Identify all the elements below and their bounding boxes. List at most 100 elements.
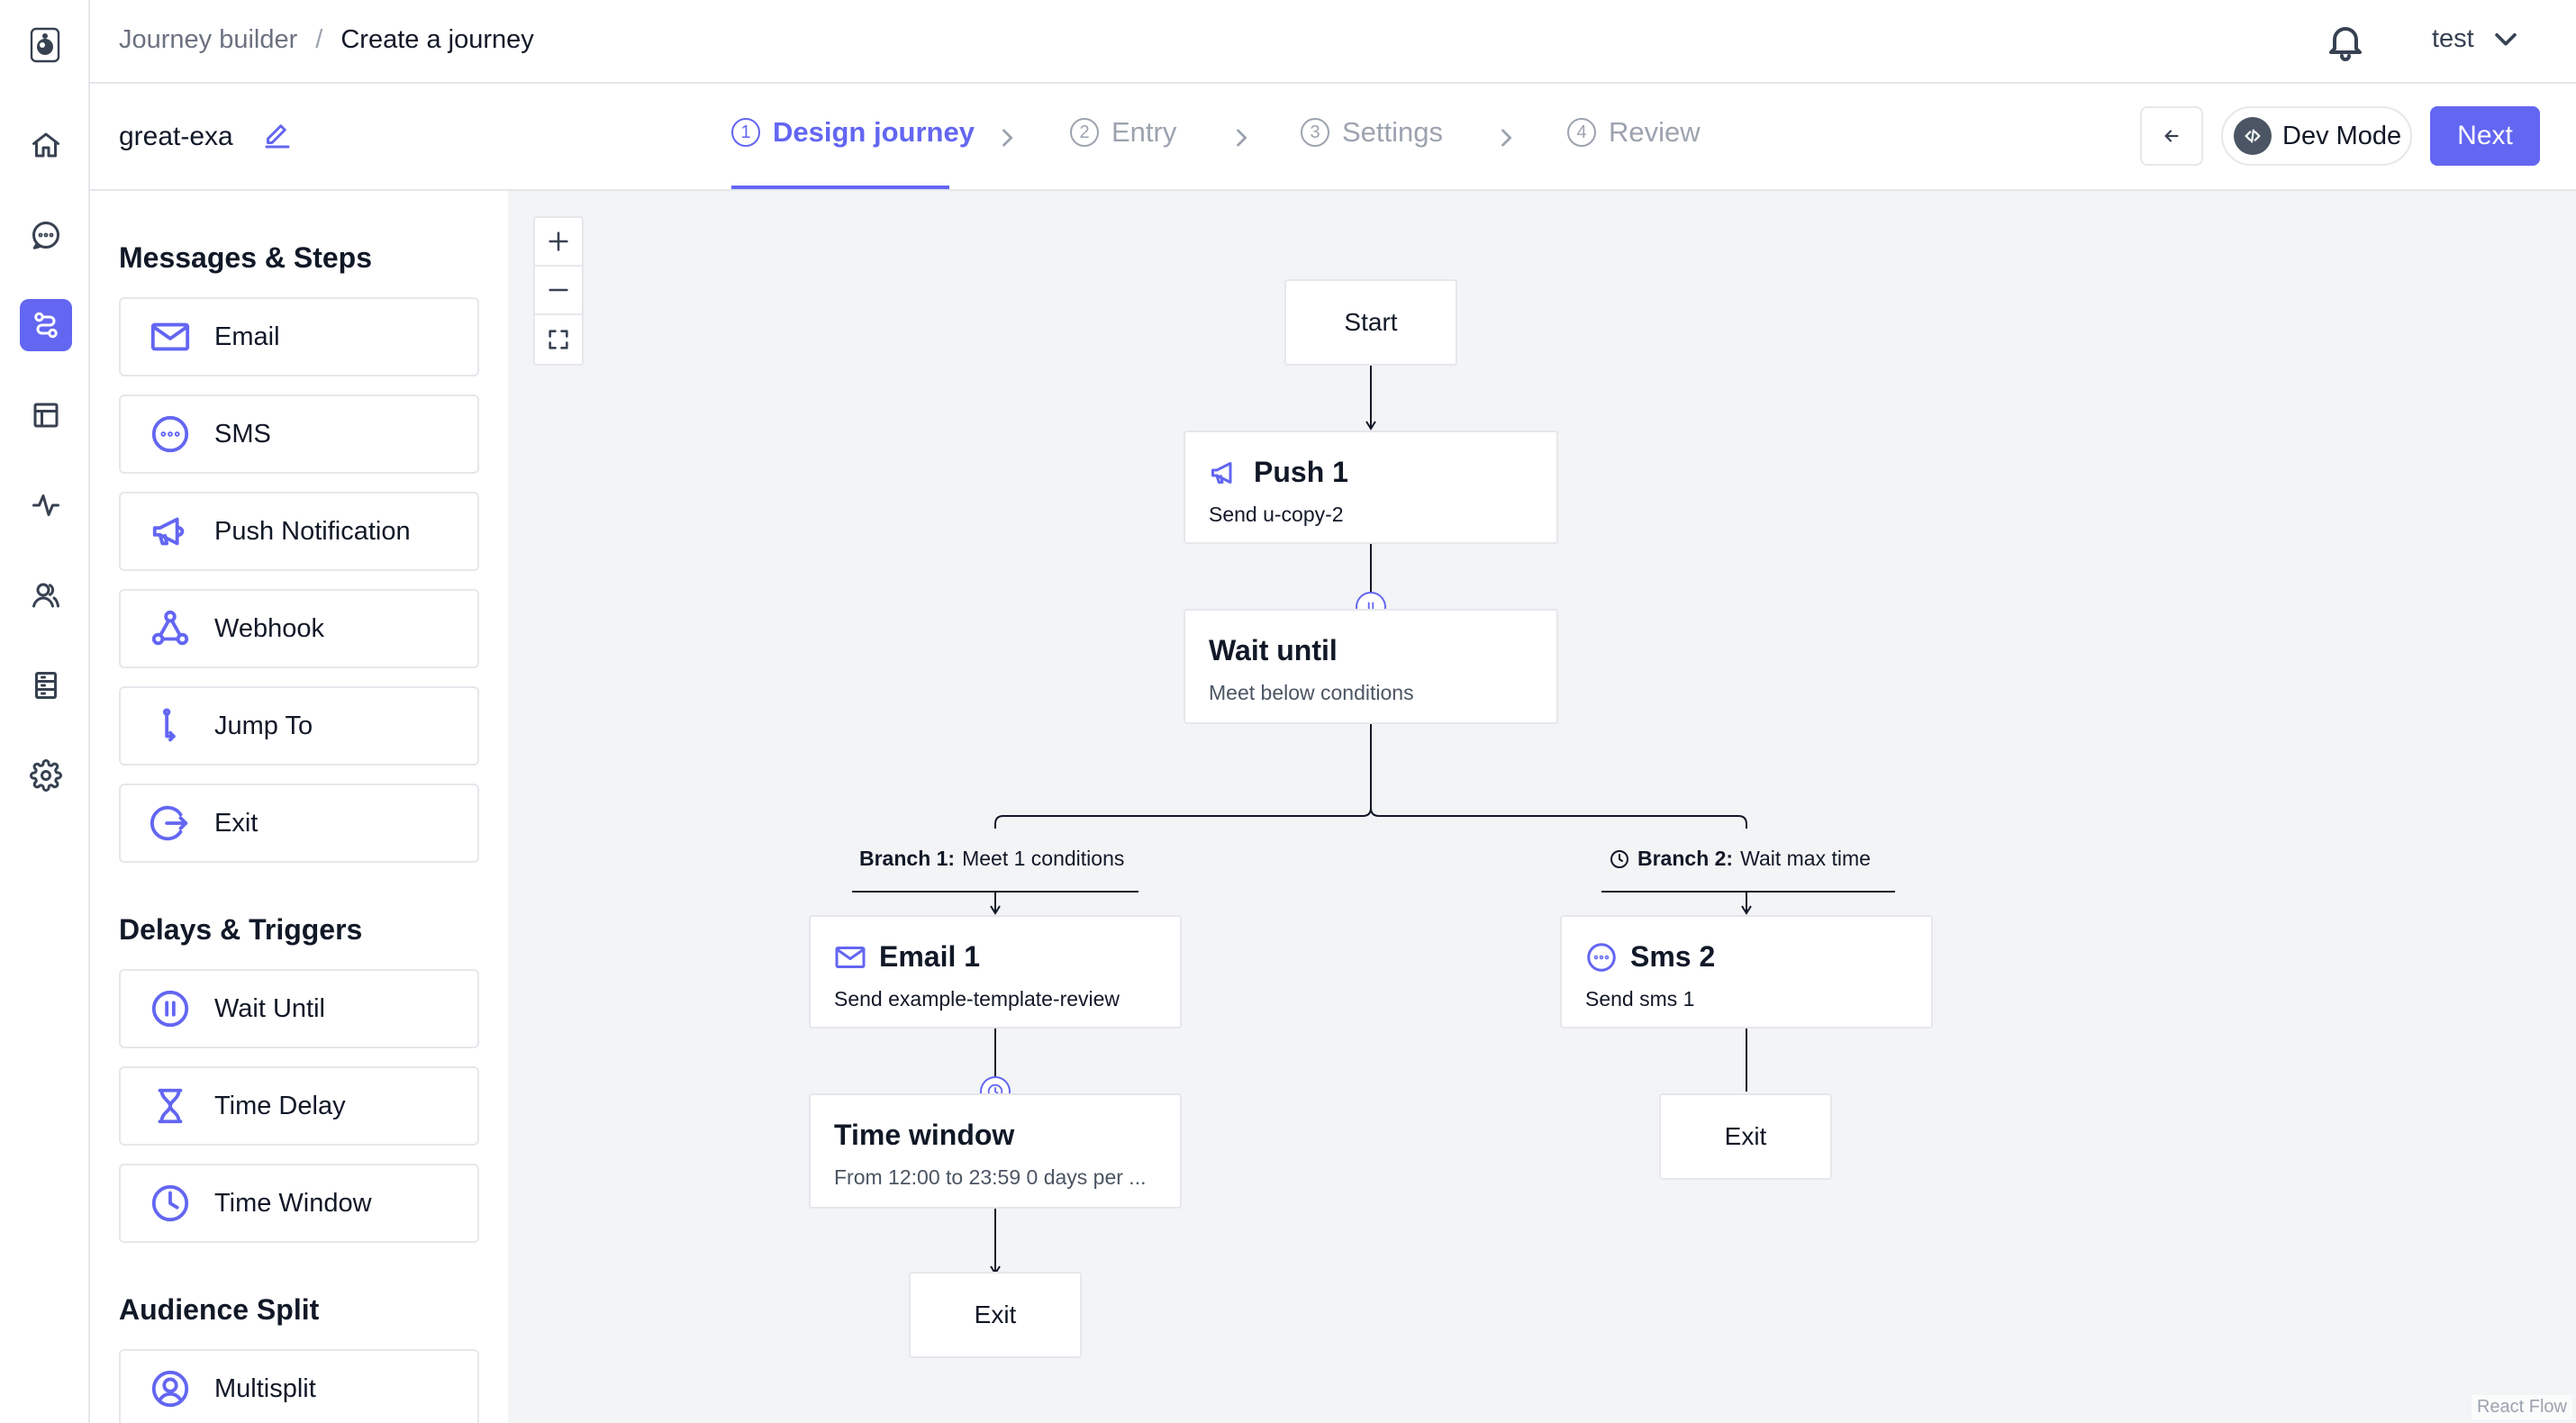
- journey-name: great-exa: [119, 122, 233, 151]
- step-entry[interactable]: 2 Entry: [1070, 116, 1176, 149]
- palette-item-exit[interactable]: Exit: [119, 784, 479, 863]
- clock-icon: [1610, 849, 1628, 868]
- rail-journeys-icon[interactable]: [20, 299, 72, 351]
- webhook-icon: [151, 610, 189, 646]
- notifications-bell-icon[interactable]: [2324, 20, 2367, 63]
- app-logo-icon[interactable]: [29, 27, 61, 63]
- fullscreen-icon: [549, 330, 568, 349]
- user-circle-icon: [151, 1370, 189, 1408]
- branch-label-text: Meet 1 conditions: [962, 847, 1125, 870]
- clock-icon: [151, 1184, 189, 1222]
- wait-until-node[interactable]: Wait until Meet below conditions: [1184, 609, 1558, 724]
- rail-home-icon[interactable]: [20, 119, 72, 171]
- rail-analytics-icon[interactable]: [20, 479, 72, 531]
- rail-people-icon[interactable]: [20, 569, 72, 621]
- chat-bubble-icon: [1587, 942, 1616, 972]
- step-settings[interactable]: 3 Settings: [1301, 116, 1443, 149]
- plus-icon: [549, 231, 568, 251]
- code-icon: [2234, 117, 2272, 155]
- palette-item-label: SMS: [214, 419, 271, 449]
- node-title-text: Email 1: [879, 940, 981, 973]
- palette-item-label: Time Delay: [214, 1091, 346, 1120]
- node-subtitle: Meet below conditions: [1209, 681, 1414, 704]
- chat-bubble-icon: [151, 415, 189, 453]
- palette-item-label: Time Window: [214, 1188, 372, 1218]
- start-node[interactable]: Start: [1284, 279, 1457, 366]
- edit-name-pencil-icon[interactable]: [261, 120, 294, 152]
- rail-data-icon[interactable]: [20, 659, 72, 712]
- react-flow-attribution[interactable]: React Flow: [2471, 1395, 2572, 1419]
- next-button[interactable]: Next: [2430, 106, 2540, 166]
- dev-mode-label: Dev Mode: [2282, 121, 2402, 150]
- palette-item-time-delay[interactable]: Time Delay: [119, 1066, 479, 1146]
- dev-mode-button[interactable]: Dev Mode: [2221, 106, 2412, 166]
- zoom-controls: [533, 216, 584, 366]
- exit-node[interactable]: Exit: [1659, 1093, 1832, 1180]
- rail-messages-icon[interactable]: [20, 209, 72, 261]
- minus-icon: [549, 288, 568, 292]
- back-button[interactable]: [2140, 106, 2203, 166]
- breadcrumb: Journey builder / Create a journey: [119, 25, 534, 55]
- breadcrumb-parent-link[interactable]: Journey builder: [119, 25, 297, 55]
- palette-item-email[interactable]: Email: [119, 297, 479, 376]
- exit-node[interactable]: Exit: [909, 1272, 1082, 1358]
- journey-header: great-exa 1 Design journey 2 Entry 3 Set…: [90, 84, 2576, 191]
- template-name: example-template-review: [888, 987, 1120, 1011]
- palette-item-wait-until[interactable]: Wait Until: [119, 969, 479, 1048]
- top-bar: Journey builder / Create a journey test: [90, 0, 2576, 84]
- branch-1-label[interactable]: Branch 1: Meet 1 conditions: [859, 847, 1124, 871]
- palette-item-label: Wait Until: [214, 993, 325, 1023]
- node-title: Sms 2: [1585, 940, 1715, 974]
- push-node[interactable]: Push 1 Send u-copy-2: [1184, 431, 1558, 544]
- fit-view-button[interactable]: [535, 315, 582, 364]
- branch-label-text: Wait max time: [1740, 847, 1871, 870]
- breadcrumb-current: Create a journey: [340, 25, 534, 54]
- palette-item-jump-to[interactable]: Jump To: [119, 686, 479, 766]
- journey-canvas[interactable]: Start Push 1 Send u-copy-2 Wait until Me…: [508, 191, 2576, 1423]
- palette-item-multisplit[interactable]: Multisplit: [119, 1349, 479, 1423]
- chevron-right-icon: [1229, 125, 1254, 150]
- palette-item-push-notification[interactable]: Push Notification: [119, 492, 479, 571]
- envelope-icon: [835, 946, 866, 968]
- palette-item-label: Push Notification: [214, 516, 411, 546]
- send-label: Send: [1585, 987, 1634, 1011]
- send-label: Send: [834, 987, 883, 1011]
- user-menu[interactable]: test: [2432, 23, 2521, 54]
- node-subtitle: Send sms 1: [1585, 987, 1694, 1011]
- palette-item-time-window[interactable]: Time Window: [119, 1164, 479, 1243]
- rail-templates-icon[interactable]: [20, 389, 72, 441]
- node-title-text: Wait until: [1209, 634, 1338, 666]
- node-title-text: Push 1: [1254, 456, 1348, 488]
- zoom-in-button[interactable]: [535, 218, 582, 267]
- palette-item-label: Multisplit: [214, 1373, 316, 1403]
- chevron-right-icon: [994, 125, 1020, 150]
- sms-node[interactable]: Sms 2 Send sms 1: [1560, 915, 1933, 1029]
- template-name: u-copy-2: [1263, 503, 1344, 526]
- node-subtitle: From 12:00 to 23:59 0 days per ...: [834, 1165, 1147, 1189]
- step-review[interactable]: 4 Review: [1567, 116, 1701, 149]
- zoom-out-button[interactable]: [535, 267, 582, 315]
- step-design-journey[interactable]: 1 Design journey: [731, 116, 975, 149]
- megaphone-icon: [1211, 461, 1232, 484]
- rail-settings-icon[interactable]: [20, 749, 72, 802]
- branch-2-label[interactable]: Branch 2: Wait max time: [1609, 847, 1871, 871]
- time-window-node[interactable]: Time window From 12:00 to 23:59 0 days p…: [809, 1093, 1182, 1209]
- step-label: Review: [1609, 116, 1701, 148]
- step-number: 2: [1070, 118, 1099, 147]
- node-title: Email 1: [834, 940, 980, 974]
- user-name: test: [2432, 23, 2474, 53]
- step-number: 3: [1301, 118, 1329, 147]
- envelope-icon: [150, 322, 190, 351]
- branch-label-prefix: Branch 1:: [859, 847, 956, 870]
- jump-arrow-icon: [162, 708, 176, 742]
- palette-item-sms[interactable]: SMS: [119, 394, 479, 474]
- step-palette-sidebar: Messages & Steps Email SMS Push Notifica…: [90, 191, 508, 1423]
- arrow-left-icon: [2164, 130, 2179, 142]
- palette-item-webhook[interactable]: Webhook: [119, 589, 479, 668]
- chevron-right-icon: [1493, 125, 1519, 150]
- step-label: Settings: [1342, 116, 1444, 148]
- step-number: 4: [1567, 118, 1596, 147]
- node-title-text: Sms 2: [1630, 940, 1716, 973]
- email-node[interactable]: Email 1 Send example-template-review: [809, 915, 1182, 1029]
- palette-item-label: Email: [214, 322, 280, 351]
